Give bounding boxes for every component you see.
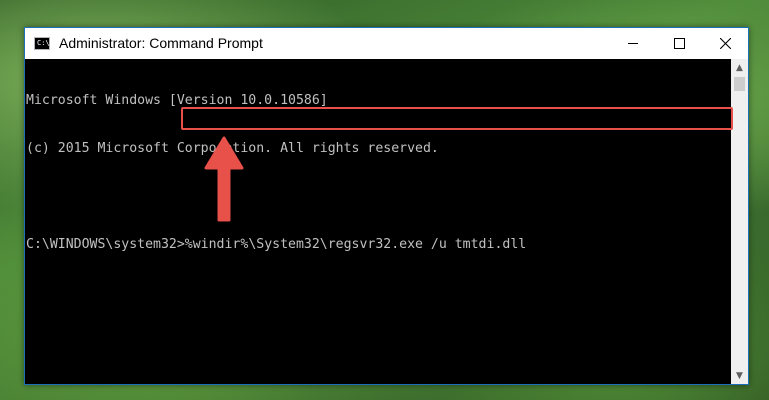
chevron-down-icon: ▼	[736, 370, 743, 381]
up-arrow-icon	[204, 136, 244, 222]
cmd-icon: C:\	[34, 37, 50, 50]
console-line: (c) 2015 Microsoft Corporotion. All righ…	[26, 141, 439, 156]
prompt-text: C:\WINDOWS\system32>	[26, 237, 185, 252]
close-icon	[719, 38, 731, 49]
maximize-button[interactable]	[656, 28, 702, 59]
command-prompt-window[interactable]: C:\ Administrator: Command Prompt Micros…	[24, 27, 749, 385]
scroll-up-button[interactable]: ▲	[731, 59, 748, 76]
window-title: Administrator: Command Prompt	[59, 35, 263, 51]
vertical-scrollbar[interactable]: ▲ ▼	[731, 59, 748, 384]
scroll-down-button[interactable]: ▼	[731, 367, 748, 384]
scrollbar-thumb[interactable]	[734, 77, 745, 91]
close-button[interactable]	[702, 28, 748, 59]
maximize-icon	[673, 38, 685, 49]
minimize-icon	[628, 43, 638, 44]
minimize-button[interactable]	[610, 28, 656, 59]
title-bar[interactable]: C:\ Administrator: Command Prompt	[25, 28, 748, 59]
command-line[interactable]: C:\WINDOWS\system32>%windir%\System32\re…	[26, 237, 731, 253]
chevron-up-icon: ▲	[736, 62, 743, 73]
command-text[interactable]: %windir%\System32\regsvr32.exe /u tmtdi.…	[185, 237, 526, 252]
command-highlight-box	[181, 107, 733, 130]
